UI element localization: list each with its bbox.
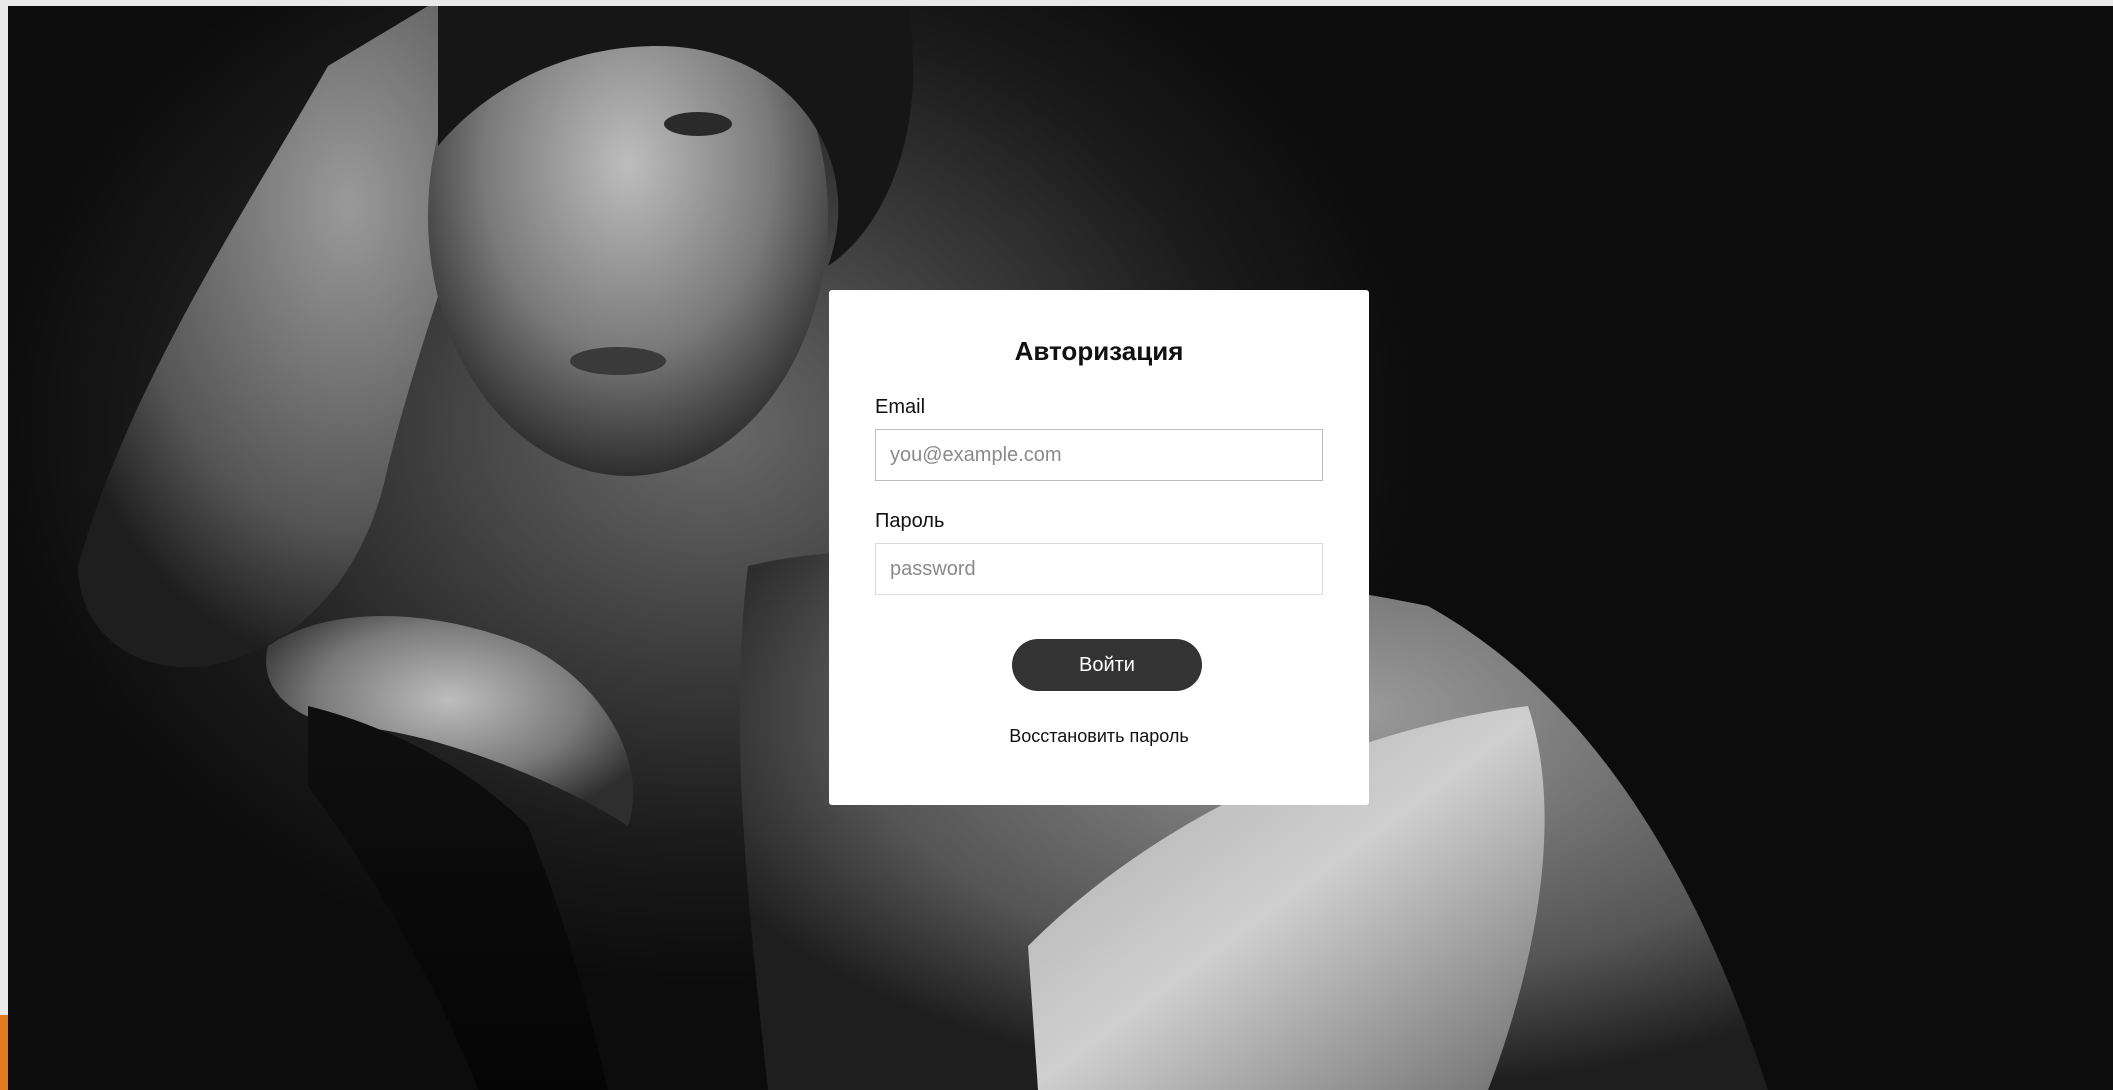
login-title: Авторизация <box>1014 336 1184 366</box>
restore-password-link[interactable]: Восстановить пароль <box>829 726 1369 747</box>
login-button[interactable]: Войти <box>1012 639 1202 691</box>
lips-shape <box>570 347 666 375</box>
login-card: Авторизация Email Пароль Войти Восстанов… <box>829 290 1369 805</box>
eye-shape <box>664 112 732 136</box>
password-input[interactable] <box>875 543 1323 595</box>
page-viewport: Авторизация Email Пароль Войти Восстанов… <box>8 6 2113 1090</box>
email-input[interactable] <box>875 429 1323 481</box>
password-label: Пароль <box>875 510 945 532</box>
email-label: Email <box>875 396 926 418</box>
